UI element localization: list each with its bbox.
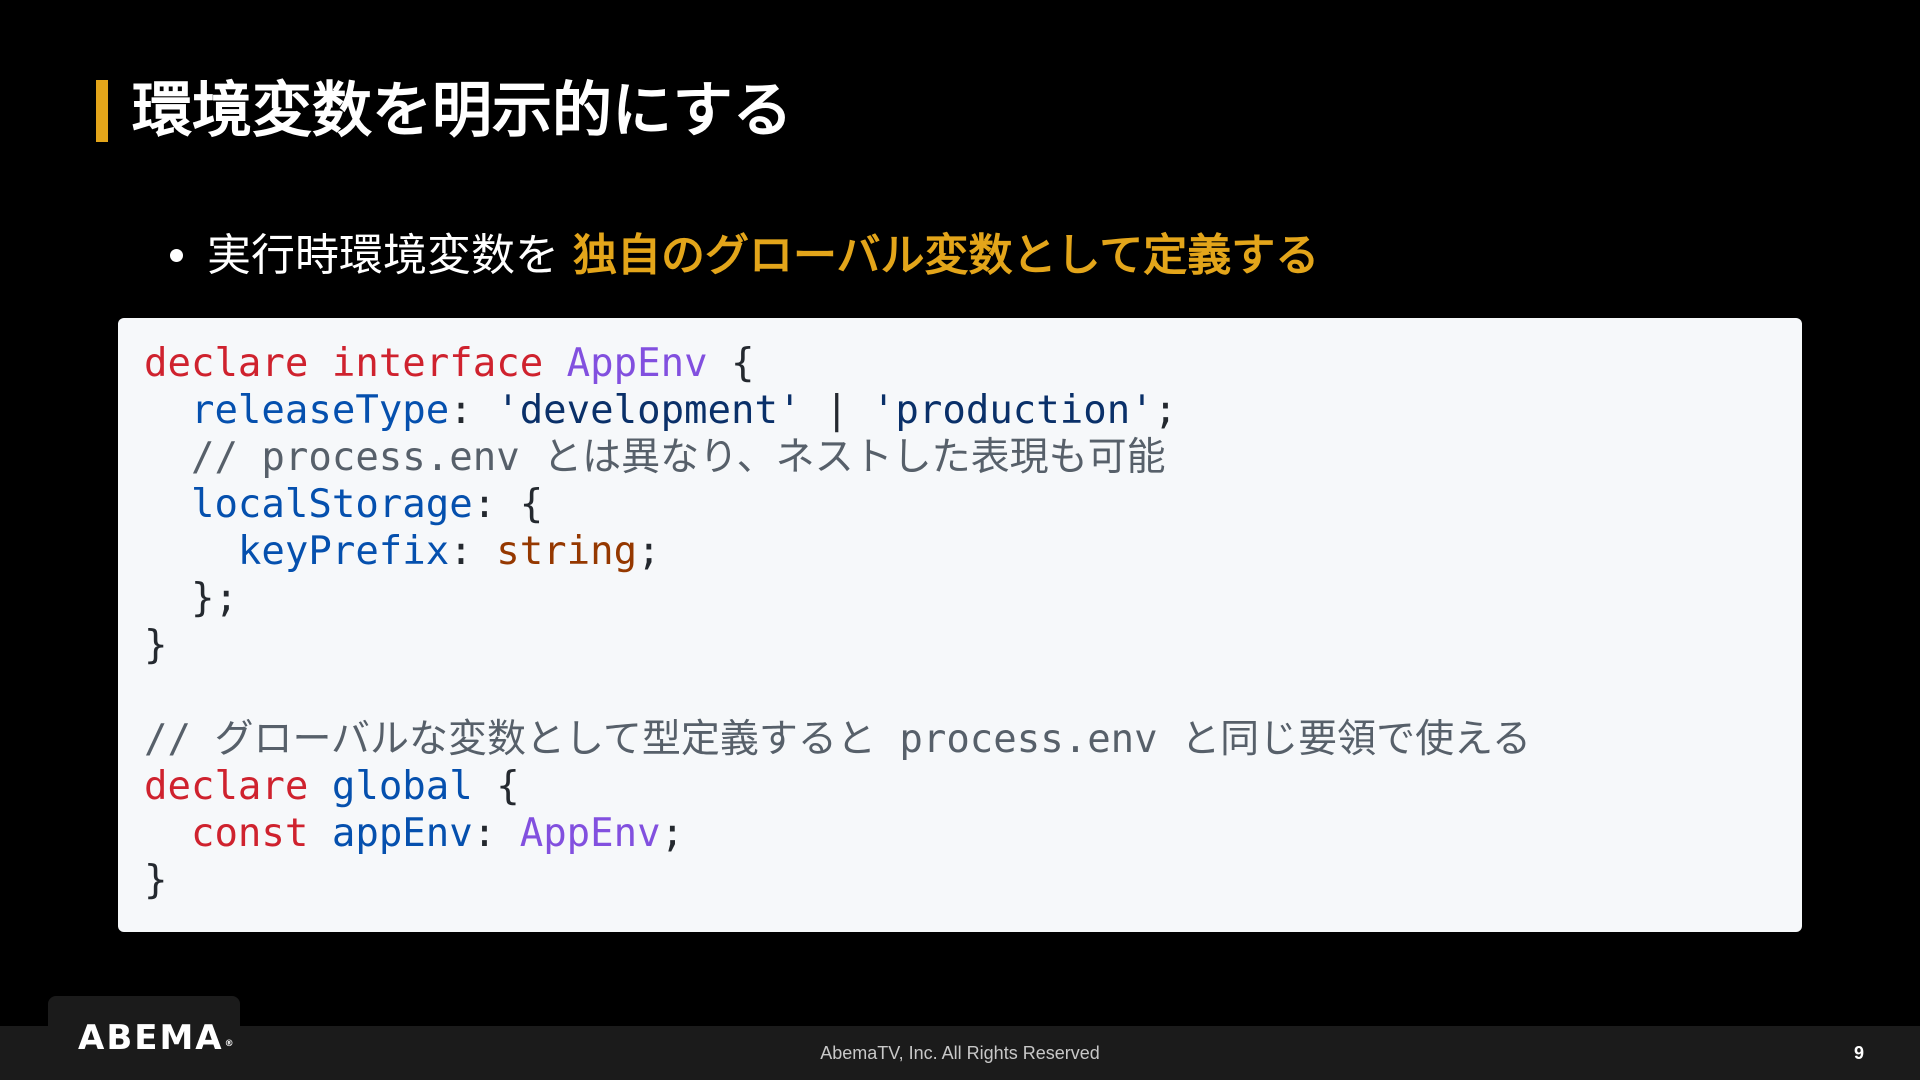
code-comment: // グローバルな変数として型定義すると process.env と同じ要領で使… bbox=[144, 717, 1531, 762]
page-number: 9 bbox=[1853, 1043, 1864, 1063]
code-token: | bbox=[824, 388, 849, 433]
title-accent-bar bbox=[96, 80, 108, 142]
code-line-11: const appEnv: AppEnv; bbox=[190, 811, 685, 856]
code-line-6: }; bbox=[144, 575, 1802, 622]
code-token: interface bbox=[331, 341, 544, 386]
code-token: AppEnv bbox=[519, 811, 661, 856]
bullet-text: 実行時環境変数を bbox=[207, 230, 573, 281]
code-token: { bbox=[731, 341, 755, 386]
bullet-emphasis: 独自のグローバル変数として定義する bbox=[573, 230, 1320, 281]
code-token: string bbox=[496, 529, 638, 574]
code-token: } bbox=[144, 858, 168, 903]
code-line-3: // process.env とは異なり、ネストした表現も可能 bbox=[144, 434, 1802, 481]
code-token: appEnv bbox=[331, 811, 473, 856]
code-token: AppEnv bbox=[566, 341, 708, 386]
code-line-2: releaseType: 'development' | 'production… bbox=[190, 388, 1178, 433]
code-token: { bbox=[519, 482, 544, 527]
code-token: localStorage bbox=[190, 482, 473, 527]
code-token: declare bbox=[144, 764, 309, 809]
code-token: 'production' bbox=[871, 388, 1154, 433]
code-token: 'development' bbox=[496, 388, 802, 433]
code-line-7: } bbox=[144, 622, 1802, 669]
code-token: } bbox=[144, 623, 168, 668]
copyright-text: AbemaTV, Inc. All Rights Reserved bbox=[820, 1043, 1100, 1063]
slide-title: 環境変数を明示的にする bbox=[132, 76, 793, 146]
code-line-4: localStorage: { bbox=[190, 482, 544, 527]
code-comment: // process.env とは異なり、ネストした表現も可能 bbox=[190, 435, 1166, 480]
code-line-9: // グローバルな変数として型定義すると process.env と同じ要領で使… bbox=[144, 716, 1802, 763]
bullet-item: 実行時環境変数を 独自のグローバル変数として定義する bbox=[170, 226, 1319, 286]
code-token: { bbox=[496, 764, 520, 809]
code-token: }; bbox=[190, 576, 238, 621]
code-line-5: keyPrefix: string; bbox=[237, 529, 661, 574]
code-content: declare interface AppEnv { releaseType: … bbox=[144, 340, 1802, 904]
code-token: global bbox=[331, 764, 473, 809]
code-line-12: } bbox=[144, 857, 1802, 904]
code-token: declare bbox=[144, 341, 309, 386]
code-token: const bbox=[190, 811, 309, 856]
code-line-1: declare interface AppEnv { bbox=[144, 340, 1802, 387]
bullet-dot-icon bbox=[170, 248, 183, 262]
code-line-10: declare global { bbox=[144, 763, 1802, 810]
code-token: releaseType bbox=[190, 388, 450, 433]
code-block: declare interface AppEnv { releaseType: … bbox=[118, 318, 1802, 932]
code-token: keyPrefix bbox=[237, 529, 450, 574]
